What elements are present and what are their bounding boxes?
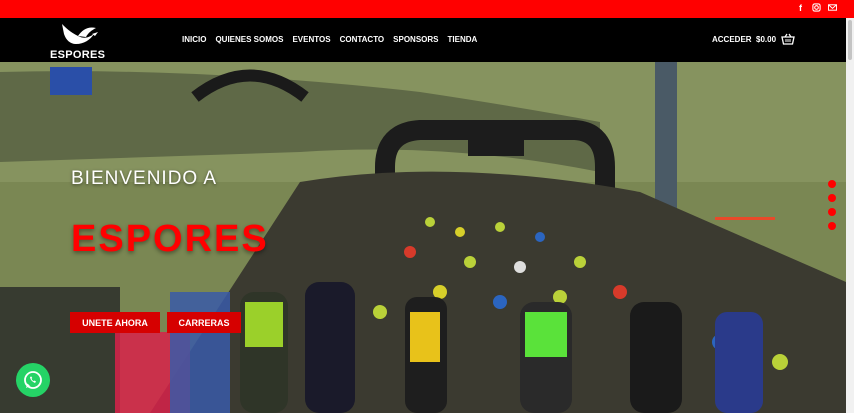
nav-tienda[interactable]: TIENDA [448,35,478,44]
hero-welcome-text: BIENVENIDO A [71,168,218,189]
top-bar: f [0,0,854,18]
page-scrollbar[interactable] [846,18,854,413]
main-nav: INICIO QUIENES SOMOS EVENTOS CONTACTO SP… [182,35,477,44]
races-button[interactable]: CARRERAS [167,312,241,333]
decorative-red-line [715,217,775,220]
nav-sponsors[interactable]: SPONSORS [393,35,438,44]
slider-dot[interactable] [828,208,836,216]
facebook-icon[interactable]: f [795,3,806,14]
slider-dot[interactable] [828,180,836,188]
slider-dots [828,180,836,230]
whatsapp-button[interactable] [16,363,50,397]
nav-eventos[interactable]: EVENTOS [292,35,330,44]
slider-dot[interactable] [828,222,836,230]
nav-contacto[interactable]: CONTACTO [340,35,385,44]
login-link[interactable]: ACCEDER [712,35,752,44]
scrollbar-thumb[interactable] [848,20,852,60]
whatsapp-icon [24,371,42,389]
join-now-button[interactable]: UNETE AHORA [70,312,160,333]
mail-icon[interactable] [827,3,838,14]
logo-text[interactable]: ESPORES [50,49,105,61]
instagram-icon[interactable] [811,3,822,14]
social-links: f [795,3,838,14]
logo-bird-icon [62,24,98,44]
cart-total[interactable]: $0.00 [756,35,776,44]
nav-quienes-somos[interactable]: QUIENES SOMOS [215,35,283,44]
basket-icon[interactable] [781,33,795,45]
hero-brand-title: ESPORES [71,218,269,260]
slider-dot[interactable] [828,194,836,202]
nav-inicio[interactable]: INICIO [182,35,206,44]
